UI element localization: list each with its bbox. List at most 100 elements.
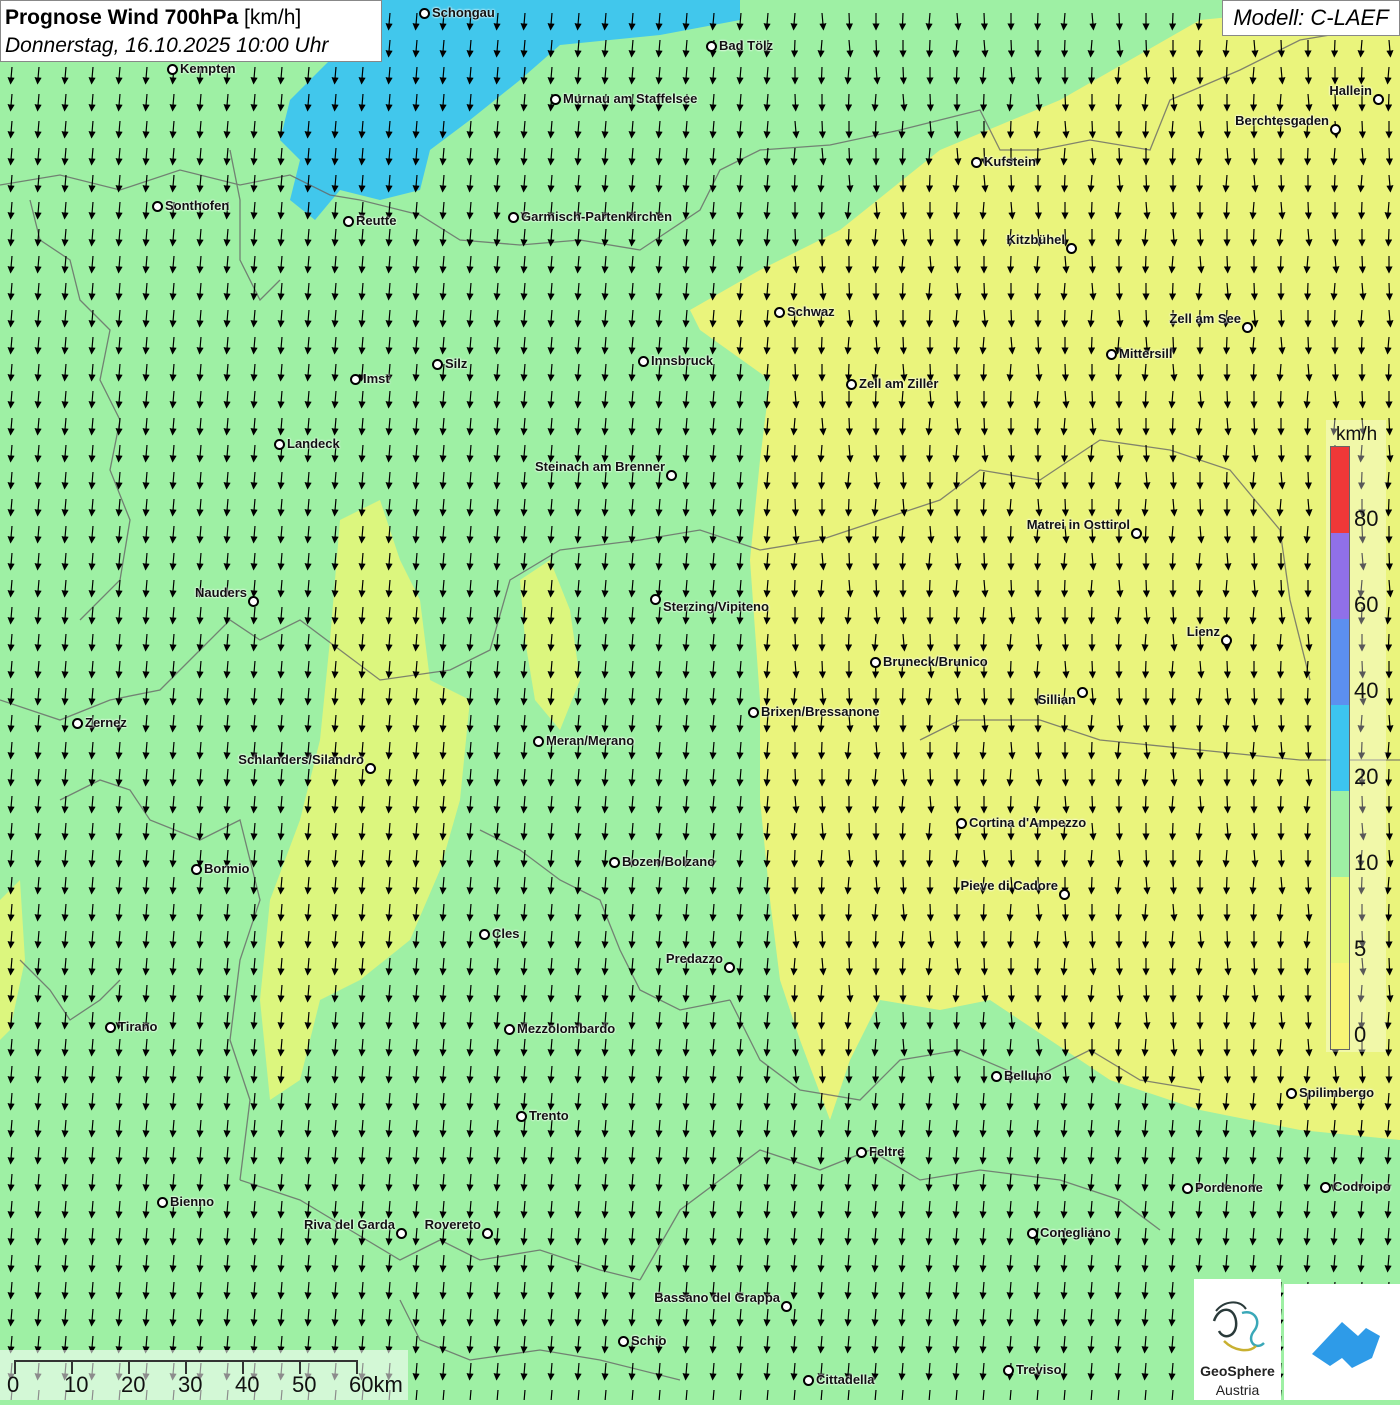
city-label: Schio bbox=[631, 1333, 667, 1348]
wind-arrow bbox=[1169, 471, 1178, 490]
wind-arrow bbox=[953, 525, 962, 544]
legend-label: 20 bbox=[1354, 764, 1379, 789]
wind-arrow bbox=[1061, 228, 1070, 247]
wind-arrow bbox=[1384, 228, 1393, 247]
wind-arrow bbox=[1142, 309, 1151, 328]
city-marker bbox=[533, 736, 544, 747]
scale-label: 50 bbox=[292, 1372, 317, 1397]
wind-arrow bbox=[1384, 363, 1393, 382]
city-label: Riva del Garda bbox=[303, 1217, 395, 1232]
wind-arrow bbox=[1250, 282, 1259, 301]
wind-arrow bbox=[1006, 525, 1015, 544]
legend-label: 80 bbox=[1354, 506, 1379, 531]
wind-arrow bbox=[791, 363, 800, 382]
wind-arrow bbox=[872, 849, 881, 868]
wind-arrow bbox=[979, 363, 988, 382]
wind-arrow bbox=[844, 1038, 853, 1057]
city-marker bbox=[152, 201, 163, 212]
wind-arrow bbox=[1142, 444, 1151, 463]
scale-label: 10 bbox=[64, 1372, 89, 1397]
wind-arrow bbox=[844, 768, 853, 787]
wind-arrow bbox=[1169, 66, 1178, 85]
wind-arrow bbox=[1060, 444, 1069, 463]
legend-unit: km/h bbox=[1336, 424, 1378, 445]
wind-arrow bbox=[1088, 255, 1097, 274]
wind-arrow bbox=[1169, 741, 1178, 760]
wind-arrow bbox=[1087, 1011, 1096, 1030]
wind-arrow bbox=[1384, 1038, 1393, 1057]
city-label: Bormio bbox=[204, 861, 250, 876]
city-label: Garmisch-Partenkirchen bbox=[521, 209, 673, 224]
wind-arrow bbox=[1304, 201, 1313, 220]
wind-arrow bbox=[845, 282, 854, 301]
city-label: Zell am See bbox=[1169, 311, 1241, 326]
city-marker bbox=[248, 596, 259, 607]
wind-arrow bbox=[1385, 552, 1394, 571]
wind-arrow bbox=[953, 1065, 962, 1084]
wind-arrow bbox=[1276, 1065, 1285, 1084]
wind-arrow bbox=[845, 552, 854, 571]
wind-arrow bbox=[871, 1065, 880, 1084]
geosphere-text-1: GeoSphere bbox=[1200, 1363, 1275, 1379]
city-marker bbox=[1320, 1182, 1331, 1193]
city-marker bbox=[167, 64, 178, 75]
wind-arrow bbox=[1303, 957, 1312, 976]
wind-arrow bbox=[872, 39, 881, 58]
city-label: Bruneck/Brunico bbox=[883, 654, 988, 669]
legend-label: 10 bbox=[1354, 850, 1379, 875]
wind-arrow bbox=[926, 633, 935, 652]
wind-arrow bbox=[1223, 525, 1232, 544]
city-marker bbox=[609, 857, 620, 868]
city-marker bbox=[956, 818, 967, 829]
wind-arrow bbox=[1276, 390, 1285, 409]
wind-arrow bbox=[844, 903, 853, 922]
geosphere-text-2: Austria bbox=[1215, 1382, 1260, 1398]
wind-arrow bbox=[979, 93, 988, 112]
wind-arrow bbox=[872, 579, 881, 598]
wind-arrow bbox=[818, 930, 827, 949]
city-marker bbox=[870, 657, 881, 668]
city-label: Zell am Ziller bbox=[859, 376, 939, 391]
legend-label: 40 bbox=[1354, 678, 1379, 703]
wind-arrow bbox=[791, 903, 800, 922]
wind-arrow bbox=[898, 147, 907, 166]
city-marker bbox=[274, 439, 285, 450]
wind-arrow bbox=[898, 282, 907, 301]
wind-arrow bbox=[872, 444, 881, 463]
wind-arrow bbox=[1250, 147, 1259, 166]
wind-arrow bbox=[1331, 363, 1340, 382]
wind-arrow bbox=[1088, 390, 1097, 409]
city-label: Sterzing/Vipiteno bbox=[663, 599, 769, 614]
wind-arrow bbox=[1087, 336, 1096, 355]
wind-arrow bbox=[1115, 957, 1124, 976]
wind-arrow bbox=[953, 795, 962, 814]
wind-arrow bbox=[1223, 795, 1232, 814]
wind-arrow bbox=[1223, 930, 1232, 949]
wind-arrow bbox=[817, 606, 826, 625]
wind-arrow bbox=[1169, 201, 1178, 220]
wind-arrow bbox=[1006, 255, 1015, 274]
legend-segment bbox=[1331, 619, 1349, 705]
wind-arrow bbox=[979, 1038, 988, 1057]
wind-arrow bbox=[1007, 579, 1016, 598]
wind-arrow bbox=[1304, 1011, 1313, 1030]
wind-arrow bbox=[1033, 12, 1042, 31]
wind-arrow bbox=[1034, 201, 1043, 220]
wind-arrow bbox=[1115, 282, 1124, 301]
wind-arrow bbox=[1114, 228, 1123, 247]
city-marker bbox=[846, 379, 857, 390]
wind-arrow bbox=[1276, 255, 1285, 274]
wind-arrow bbox=[1007, 849, 1016, 868]
city-label: Trento bbox=[529, 1108, 569, 1123]
city-marker bbox=[72, 718, 83, 729]
wind-arrow bbox=[1168, 957, 1177, 976]
wind-arrow bbox=[899, 1011, 908, 1030]
wind-arrow bbox=[1169, 876, 1178, 895]
wind-arrow bbox=[1303, 687, 1312, 706]
city-label: Steinach am Brenner bbox=[534, 459, 665, 474]
city-label: Sonthofen bbox=[165, 198, 230, 213]
wind-arrow bbox=[844, 363, 853, 382]
city-label: Predazzo bbox=[665, 951, 723, 966]
wind-arrow bbox=[980, 687, 989, 706]
wind-arrow bbox=[1169, 606, 1178, 625]
